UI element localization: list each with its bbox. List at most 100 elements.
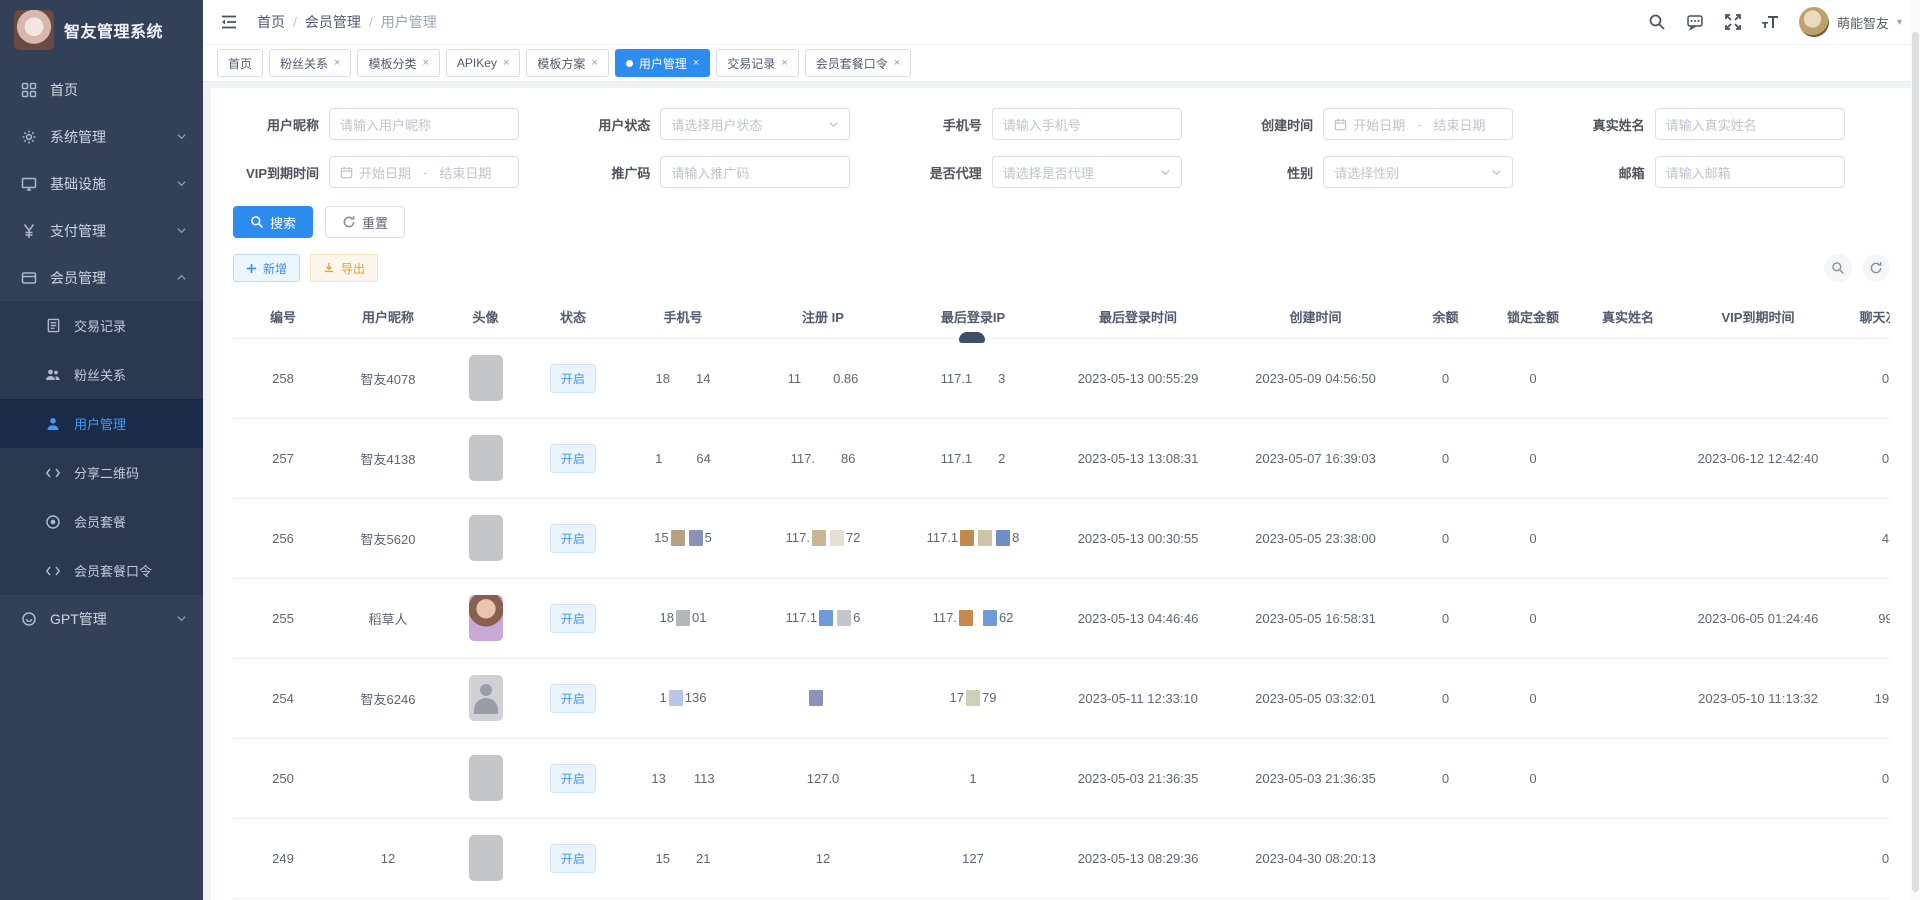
filter-actions: 搜索 重置 bbox=[233, 206, 1890, 238]
cell-last-login-ip: 117.62 bbox=[898, 578, 1048, 658]
cell-last-login-time: 2023-05-13 08:29:36 bbox=[1048, 818, 1228, 898]
cell-phone: 1521 bbox=[618, 818, 748, 898]
censored-text-fragment: 17 bbox=[950, 690, 964, 705]
censor-mosaic-block bbox=[959, 610, 973, 626]
cell-reg-ip: 12 bbox=[748, 818, 898, 898]
cell-phone: 1814 bbox=[618, 338, 748, 418]
close-icon[interactable]: × bbox=[781, 58, 787, 69]
sidebar-item-label: 首页 bbox=[50, 80, 187, 100]
cell-id: 249 bbox=[233, 818, 333, 898]
select-placeholder: 请选择用户状态 bbox=[671, 115, 762, 134]
filter-is-agent: 是否代理请选择是否代理 bbox=[896, 156, 1227, 188]
filter-daterange-vip-expire[interactable]: 开始日期-结束日期 bbox=[329, 156, 519, 188]
cell-vip-expire: 2023-06-12 12:42:40 bbox=[1678, 418, 1838, 498]
fullscreen-icon[interactable] bbox=[1723, 12, 1743, 32]
cell-avatar bbox=[443, 418, 528, 498]
tab-fans[interactable]: 粉丝关系× bbox=[269, 49, 351, 77]
export-button[interactable]: 导出 bbox=[310, 254, 378, 282]
breadcrumb-item[interactable]: 会员管理 bbox=[305, 12, 361, 32]
page-scrollbar-thumb[interactable] bbox=[1912, 32, 1919, 892]
cell-last-login-time: 2023-05-03 21:36:35 bbox=[1048, 738, 1228, 818]
chevron-up-icon bbox=[176, 272, 187, 283]
censored-text-fragment: 79 bbox=[982, 690, 996, 705]
close-icon[interactable]: × bbox=[894, 58, 900, 69]
sidebar: 智友管理系统 首页系统管理基础设施支付管理会员管理交易记录粉丝关系用户管理分享二… bbox=[0, 0, 203, 900]
tab-user-management[interactable]: 用户管理× bbox=[615, 49, 710, 77]
table-row: 255稻草人开启1801117.16117.622023-05-13 04:46… bbox=[233, 578, 1890, 658]
cell-phone: 13113 bbox=[618, 738, 748, 818]
app-logo[interactable]: 智友管理系统 bbox=[0, 0, 203, 60]
add-button[interactable]: 新增 bbox=[233, 254, 300, 282]
close-icon[interactable]: × bbox=[334, 58, 340, 69]
close-icon[interactable]: × bbox=[591, 58, 597, 69]
font-size-icon[interactable] bbox=[1761, 12, 1781, 32]
tab-home[interactable]: 首页 bbox=[217, 49, 263, 77]
filter-input-nickname[interactable]: 请输入用户昵称 bbox=[329, 108, 519, 140]
cell-vip-expire bbox=[1678, 818, 1838, 898]
censored-text-fragment: 15 bbox=[654, 530, 668, 545]
sidebar-item-users[interactable]: 用户管理 bbox=[0, 399, 203, 448]
breadcrumb: 首页/会员管理/用户管理 bbox=[257, 12, 1637, 32]
cell-balance: 0 bbox=[1403, 578, 1488, 658]
cell-id: 256 bbox=[233, 498, 333, 578]
chevron-down-icon bbox=[176, 225, 187, 236]
cell-real-name bbox=[1578, 498, 1678, 578]
tab-template-category[interactable]: 模板分类× bbox=[357, 49, 439, 77]
close-icon[interactable]: × bbox=[693, 58, 699, 69]
filter-select-gender[interactable]: 请选择性别 bbox=[1323, 156, 1513, 188]
filter-input-phone[interactable]: 请输入手机号 bbox=[992, 108, 1182, 140]
page-scrollbar[interactable] bbox=[1911, 0, 1920, 900]
sidebar-item-home[interactable]: 首页 bbox=[0, 66, 203, 113]
column-header-nickname: 用户昵称 bbox=[333, 296, 443, 338]
sidebar-item-share-qrcode[interactable]: 分享二维码 bbox=[0, 448, 203, 497]
search-button[interactable]: 搜索 bbox=[233, 206, 313, 238]
sidebar-item-gpt[interactable]: GPT管理 bbox=[0, 595, 203, 642]
column-header-last-login-time: 最后登录时间 bbox=[1048, 296, 1228, 338]
censored-text-fragment: 18 bbox=[656, 371, 670, 386]
column-header-locked-amount: 锁定金额 bbox=[1488, 296, 1578, 338]
cell-status: 开启 bbox=[528, 418, 618, 498]
monitor-icon bbox=[20, 175, 38, 193]
reset-button[interactable]: 重置 bbox=[325, 206, 405, 238]
sidebar-item-member-package-code[interactable]: 会员套餐口令 bbox=[0, 546, 203, 595]
filter-input-promo-code[interactable]: 请输入推广码 bbox=[660, 156, 850, 188]
filter-select-user-status[interactable]: 请选择用户状态 bbox=[660, 108, 850, 140]
cell-id: 254 bbox=[233, 658, 333, 738]
sidebar-item-transactions[interactable]: 交易记录 bbox=[0, 301, 203, 350]
tab-apikey[interactable]: APIKey× bbox=[446, 49, 520, 77]
breadcrumb-item[interactable]: 首页 bbox=[257, 12, 285, 32]
table-refresh-button[interactable] bbox=[1862, 254, 1890, 282]
user-menu[interactable]: 萌能智友 ▾ bbox=[1799, 7, 1902, 37]
censored-text-fragment: 117. bbox=[786, 530, 810, 545]
sidebar-item-label: 交易记录 bbox=[74, 316, 187, 335]
filter-daterange-created-time[interactable]: 开始日期-结束日期 bbox=[1323, 108, 1513, 140]
search-icon[interactable] bbox=[1647, 12, 1667, 32]
breadcrumb-item[interactable]: 用户管理 bbox=[381, 12, 437, 32]
sidebar-item-payment[interactable]: 支付管理 bbox=[0, 207, 203, 254]
active-tab-dot-icon bbox=[626, 60, 633, 67]
filter-input-real-name[interactable]: 请输入真实姓名 bbox=[1655, 108, 1845, 140]
chevron-down-icon bbox=[176, 131, 187, 142]
filter-label-phone: 手机号 bbox=[896, 115, 992, 134]
table-row: 254智友6246开启113617792023-05-11 12:33:1020… bbox=[233, 658, 1890, 738]
sidebar-item-system[interactable]: 系统管理 bbox=[0, 113, 203, 160]
tab-member-package-code[interactable]: 会员套餐口令× bbox=[805, 49, 911, 77]
censor-mosaic-block bbox=[812, 530, 826, 546]
tab-template-plan[interactable]: 模板方案× bbox=[526, 49, 608, 77]
sidebar-item-fans[interactable]: 粉丝关系 bbox=[0, 350, 203, 399]
filter-nickname: 用户昵称请输入用户昵称 bbox=[233, 108, 564, 140]
censored-text-fragment: 72 bbox=[846, 530, 860, 545]
cell-created-time: 2023-05-09 04:56:50 bbox=[1228, 338, 1403, 418]
tab-transactions[interactable]: 交易记录× bbox=[716, 49, 798, 77]
sidebar-item-infra[interactable]: 基础设施 bbox=[0, 160, 203, 207]
close-icon[interactable]: × bbox=[422, 58, 428, 69]
filter-input-email[interactable]: 请输入邮箱 bbox=[1655, 156, 1845, 188]
avatar-photo bbox=[469, 595, 503, 641]
close-icon[interactable]: × bbox=[503, 58, 509, 69]
sidebar-item-member-package[interactable]: 会员套餐 bbox=[0, 497, 203, 546]
table-search-toggle-button[interactable] bbox=[1824, 254, 1852, 282]
filter-select-is-agent[interactable]: 请选择是否代理 bbox=[992, 156, 1182, 188]
message-icon[interactable] bbox=[1685, 12, 1705, 32]
sidebar-collapse-icon[interactable] bbox=[219, 11, 241, 33]
sidebar-item-member[interactable]: 会员管理 bbox=[0, 254, 203, 301]
